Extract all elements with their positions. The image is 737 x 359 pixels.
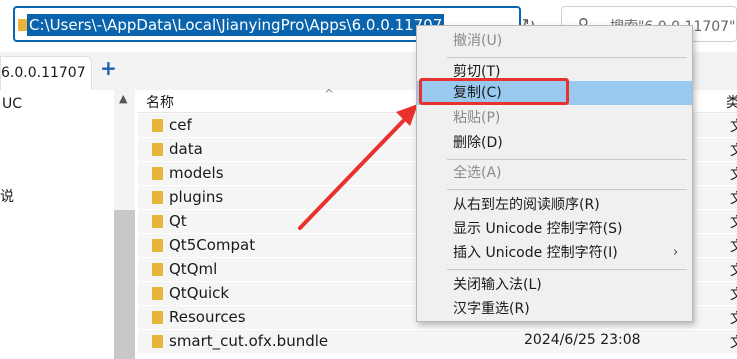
- menu-item-show-unicode[interactable]: 显示 Unicode 控制字符(S): [417, 217, 692, 241]
- menu-item-label: 关闭输入法(L): [453, 277, 542, 293]
- menu-separator: [447, 57, 687, 58]
- menu-separator: [447, 269, 687, 270]
- menu-item-select-all[interactable]: 全选(A): [417, 161, 692, 185]
- menu-item-label: 从右到左的阅读顺序(R): [453, 197, 600, 213]
- menu-separator: [447, 159, 687, 160]
- submenu-arrow-icon: ›: [673, 245, 679, 260]
- menu-item-delete[interactable]: 删除(D): [417, 131, 692, 155]
- context-menu: 撤消(U) 剪切(T) 复制(C) 粘贴(P) 删除(D) 全选(A) 从右到左…: [416, 25, 693, 322]
- menu-separator: [447, 189, 687, 190]
- menu-item-reconvert[interactable]: 汉字重选(R): [417, 297, 692, 321]
- menu-item-label: 汉字重选(R): [453, 301, 530, 317]
- menu-item-undo[interactable]: 撤消(U): [417, 29, 692, 53]
- menu-item-label: 全选(A): [453, 165, 502, 181]
- menu-item-label: 删除(D): [453, 135, 503, 151]
- menu-item-insert-unicode[interactable]: 插入 Unicode 控制字符(I) ›: [417, 241, 692, 265]
- menu-item-paste[interactable]: 粘贴(P): [417, 106, 692, 130]
- menu-item-label: 粘贴(P): [453, 110, 501, 126]
- menu-item-label: 显示 Unicode 控制字符(S): [453, 221, 623, 237]
- menu-item-rtl-reading[interactable]: 从右到左的阅读顺序(R): [417, 193, 692, 217]
- menu-item-close-ime[interactable]: 关闭输入法(L): [417, 273, 692, 297]
- annotation-highlight-box: [419, 78, 569, 105]
- arrow-line: [298, 116, 408, 230]
- menu-item-label: 插入 Unicode 控制字符(I): [453, 245, 618, 261]
- menu-item-label: 撤消(U): [453, 33, 503, 49]
